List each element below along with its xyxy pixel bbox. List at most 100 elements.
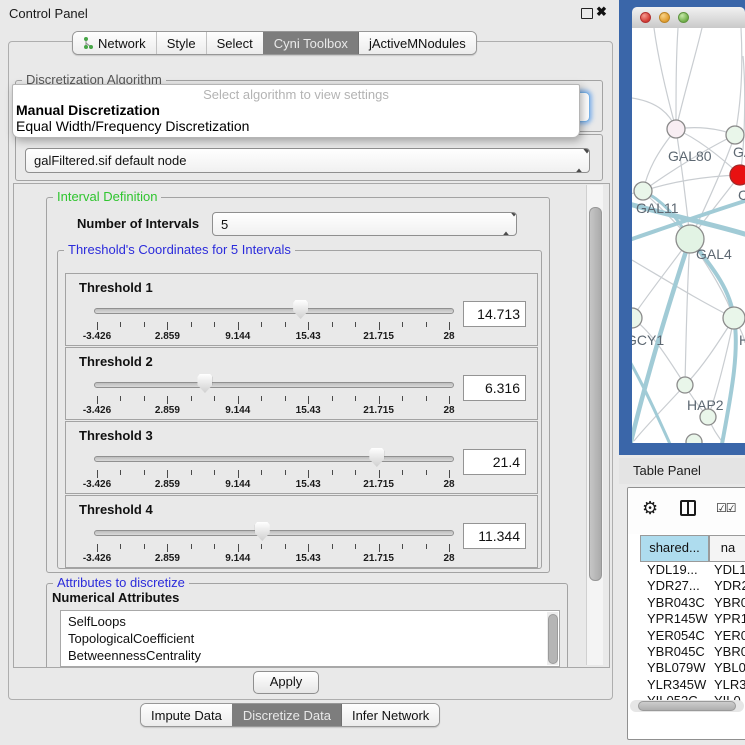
network-window-titlebar[interactable] bbox=[632, 7, 745, 29]
apply-button[interactable]: Apply bbox=[253, 671, 319, 694]
attribute-list-item[interactable]: TopologicalCoefficient bbox=[61, 630, 559, 647]
table-row[interactable]: YDL19...YDL1 bbox=[640, 562, 745, 578]
interval-definition-group: Interval Definition Number of Intervals … bbox=[46, 197, 550, 573]
table-row[interactable]: YBL079WYBL0 bbox=[640, 660, 745, 676]
table-row[interactable]: YBR043CYBR0 bbox=[640, 595, 745, 611]
tick-mark bbox=[379, 470, 380, 478]
tick-label: 21.715 bbox=[363, 479, 394, 490]
column-header-shared[interactable]: shared... bbox=[640, 536, 709, 561]
threshold-label: Threshold 2 bbox=[79, 354, 153, 369]
network-node[interactable] bbox=[677, 377, 693, 393]
zoom-traffic-light-icon[interactable] bbox=[678, 12, 689, 23]
slider-handle[interactable] bbox=[197, 374, 212, 393]
tab-discretize-data[interactable]: Discretize Data bbox=[232, 704, 341, 726]
table-data-combobox[interactable]: galFiltered.sif default node bbox=[25, 148, 590, 173]
tick-mark bbox=[332, 322, 333, 327]
network-edge[interactable] bbox=[632, 239, 690, 318]
table-row[interactable]: YLR345WYLR3 bbox=[640, 677, 745, 693]
node-label: GAL80 bbox=[668, 148, 712, 164]
table-row[interactable]: YPR145WYPR1 bbox=[640, 611, 745, 627]
table-data-group: Table Data galFiltered.sif default node bbox=[15, 134, 603, 181]
tab-network[interactable]: Network bbox=[73, 32, 156, 54]
tick-mark bbox=[120, 544, 121, 549]
slider-handle[interactable] bbox=[293, 300, 308, 319]
table-row[interactable]: YBR045CYBR0 bbox=[640, 644, 745, 660]
tick-mark bbox=[238, 396, 239, 404]
num-intervals-combobox[interactable]: 5 bbox=[212, 212, 517, 236]
attribute-list-item[interactable]: BetweennessCentrality bbox=[61, 647, 559, 664]
tab-label: Discretize Data bbox=[243, 705, 331, 726]
network-edge[interactable] bbox=[685, 239, 690, 385]
network-canvas[interactable]: GAL80GACGAL11GAL4GCY1HHAP2 bbox=[632, 28, 745, 443]
minimize-traffic-light-icon[interactable] bbox=[659, 12, 670, 23]
columns-icon[interactable] bbox=[680, 500, 696, 516]
column-header-name[interactable]: na bbox=[709, 536, 745, 561]
close-icon[interactable]: ✖ bbox=[596, 4, 607, 20]
gear-icon[interactable]: ⚙ bbox=[642, 499, 658, 517]
table-row[interactable]: YDR27...YDR2 bbox=[640, 578, 745, 594]
network-node[interactable] bbox=[667, 120, 685, 138]
close-traffic-light-icon[interactable] bbox=[640, 12, 651, 23]
slider-track[interactable] bbox=[94, 308, 454, 314]
slider-track[interactable] bbox=[94, 530, 454, 536]
tab-jactivemnodules[interactable]: jActiveMNodules bbox=[358, 32, 476, 54]
tick-mark bbox=[120, 322, 121, 327]
scrollbar-thumb[interactable] bbox=[589, 207, 602, 581]
tick-mark bbox=[449, 470, 450, 478]
threshold-value-field[interactable]: 14.713 bbox=[463, 301, 526, 327]
tick-mark bbox=[285, 396, 286, 401]
network-edge[interactable] bbox=[632, 260, 734, 318]
list-scrollbar[interactable] bbox=[547, 612, 558, 665]
network-edge[interactable] bbox=[676, 28, 678, 129]
tab-label: Impute Data bbox=[151, 705, 222, 726]
tab-infer-network[interactable]: Infer Network bbox=[341, 704, 439, 726]
tick-mark bbox=[167, 396, 168, 404]
cell-shared-name: YBR045C bbox=[640, 644, 709, 660]
tick-mark bbox=[191, 470, 192, 475]
network-edge[interactable] bbox=[643, 175, 740, 191]
slider-handle[interactable] bbox=[369, 448, 384, 467]
network-edge[interactable] bbox=[735, 28, 742, 135]
network-node[interactable] bbox=[634, 182, 652, 200]
tick-mark bbox=[261, 322, 262, 327]
tab-style[interactable]: Style bbox=[156, 32, 206, 54]
network-edge-thick[interactable] bbox=[722, 318, 736, 443]
network-node[interactable] bbox=[686, 434, 702, 443]
network-node[interactable] bbox=[700, 409, 716, 425]
dropdown-option-manual[interactable]: Manual Discretization bbox=[13, 102, 579, 118]
tab-impute-data[interactable]: Impute Data bbox=[141, 704, 232, 726]
tick-label: 28 bbox=[443, 331, 454, 342]
slider-handle[interactable] bbox=[255, 522, 270, 541]
tab-select[interactable]: Select bbox=[206, 32, 263, 54]
table-body: YDL19...YDL1YDR27...YDR2YBR043CYBR0YPR14… bbox=[640, 562, 745, 710]
table-row[interactable]: YER054CYER0 bbox=[640, 628, 745, 644]
cell-shared-name: YER054C bbox=[640, 628, 709, 644]
slider-track[interactable] bbox=[94, 456, 454, 462]
network-node[interactable] bbox=[723, 307, 745, 329]
slider-track[interactable] bbox=[94, 382, 454, 388]
tab-cyni-toolbox[interactable]: Cyni Toolbox bbox=[263, 32, 358, 54]
network-node[interactable] bbox=[726, 126, 744, 144]
tick-mark bbox=[402, 470, 403, 475]
tick-mark bbox=[379, 396, 380, 404]
float-window-icon[interactable] bbox=[581, 8, 593, 19]
horizontal-scrollbar[interactable] bbox=[630, 700, 744, 712]
table-panel-header: Table Panel bbox=[619, 458, 745, 484]
network-edge[interactable] bbox=[654, 28, 676, 129]
dropdown-option-equal-width[interactable]: Equal Width/Frequency Discretization bbox=[13, 118, 579, 134]
select-columns-checkbox-icons[interactable]: ☑☑ bbox=[716, 501, 736, 515]
network-graph-icon bbox=[83, 36, 94, 50]
tick-mark bbox=[308, 470, 309, 478]
scrollbar-thumb[interactable] bbox=[638, 701, 736, 711]
panel-scrollbar[interactable] bbox=[586, 185, 603, 665]
tab-label: Cyni Toolbox bbox=[274, 33, 348, 54]
network-edge[interactable] bbox=[632, 318, 685, 385]
tick-mark bbox=[332, 396, 333, 401]
network-edge[interactable] bbox=[676, 28, 702, 129]
network-node[interactable] bbox=[730, 165, 745, 185]
threshold-value-field[interactable]: 21.4 bbox=[463, 449, 526, 475]
tick-mark bbox=[355, 396, 356, 401]
threshold-value-field[interactable]: 6.316 bbox=[463, 375, 526, 401]
attribute-list-item[interactable]: SelfLoops bbox=[61, 613, 559, 630]
threshold-value-field[interactable]: 11.344 bbox=[463, 523, 526, 549]
